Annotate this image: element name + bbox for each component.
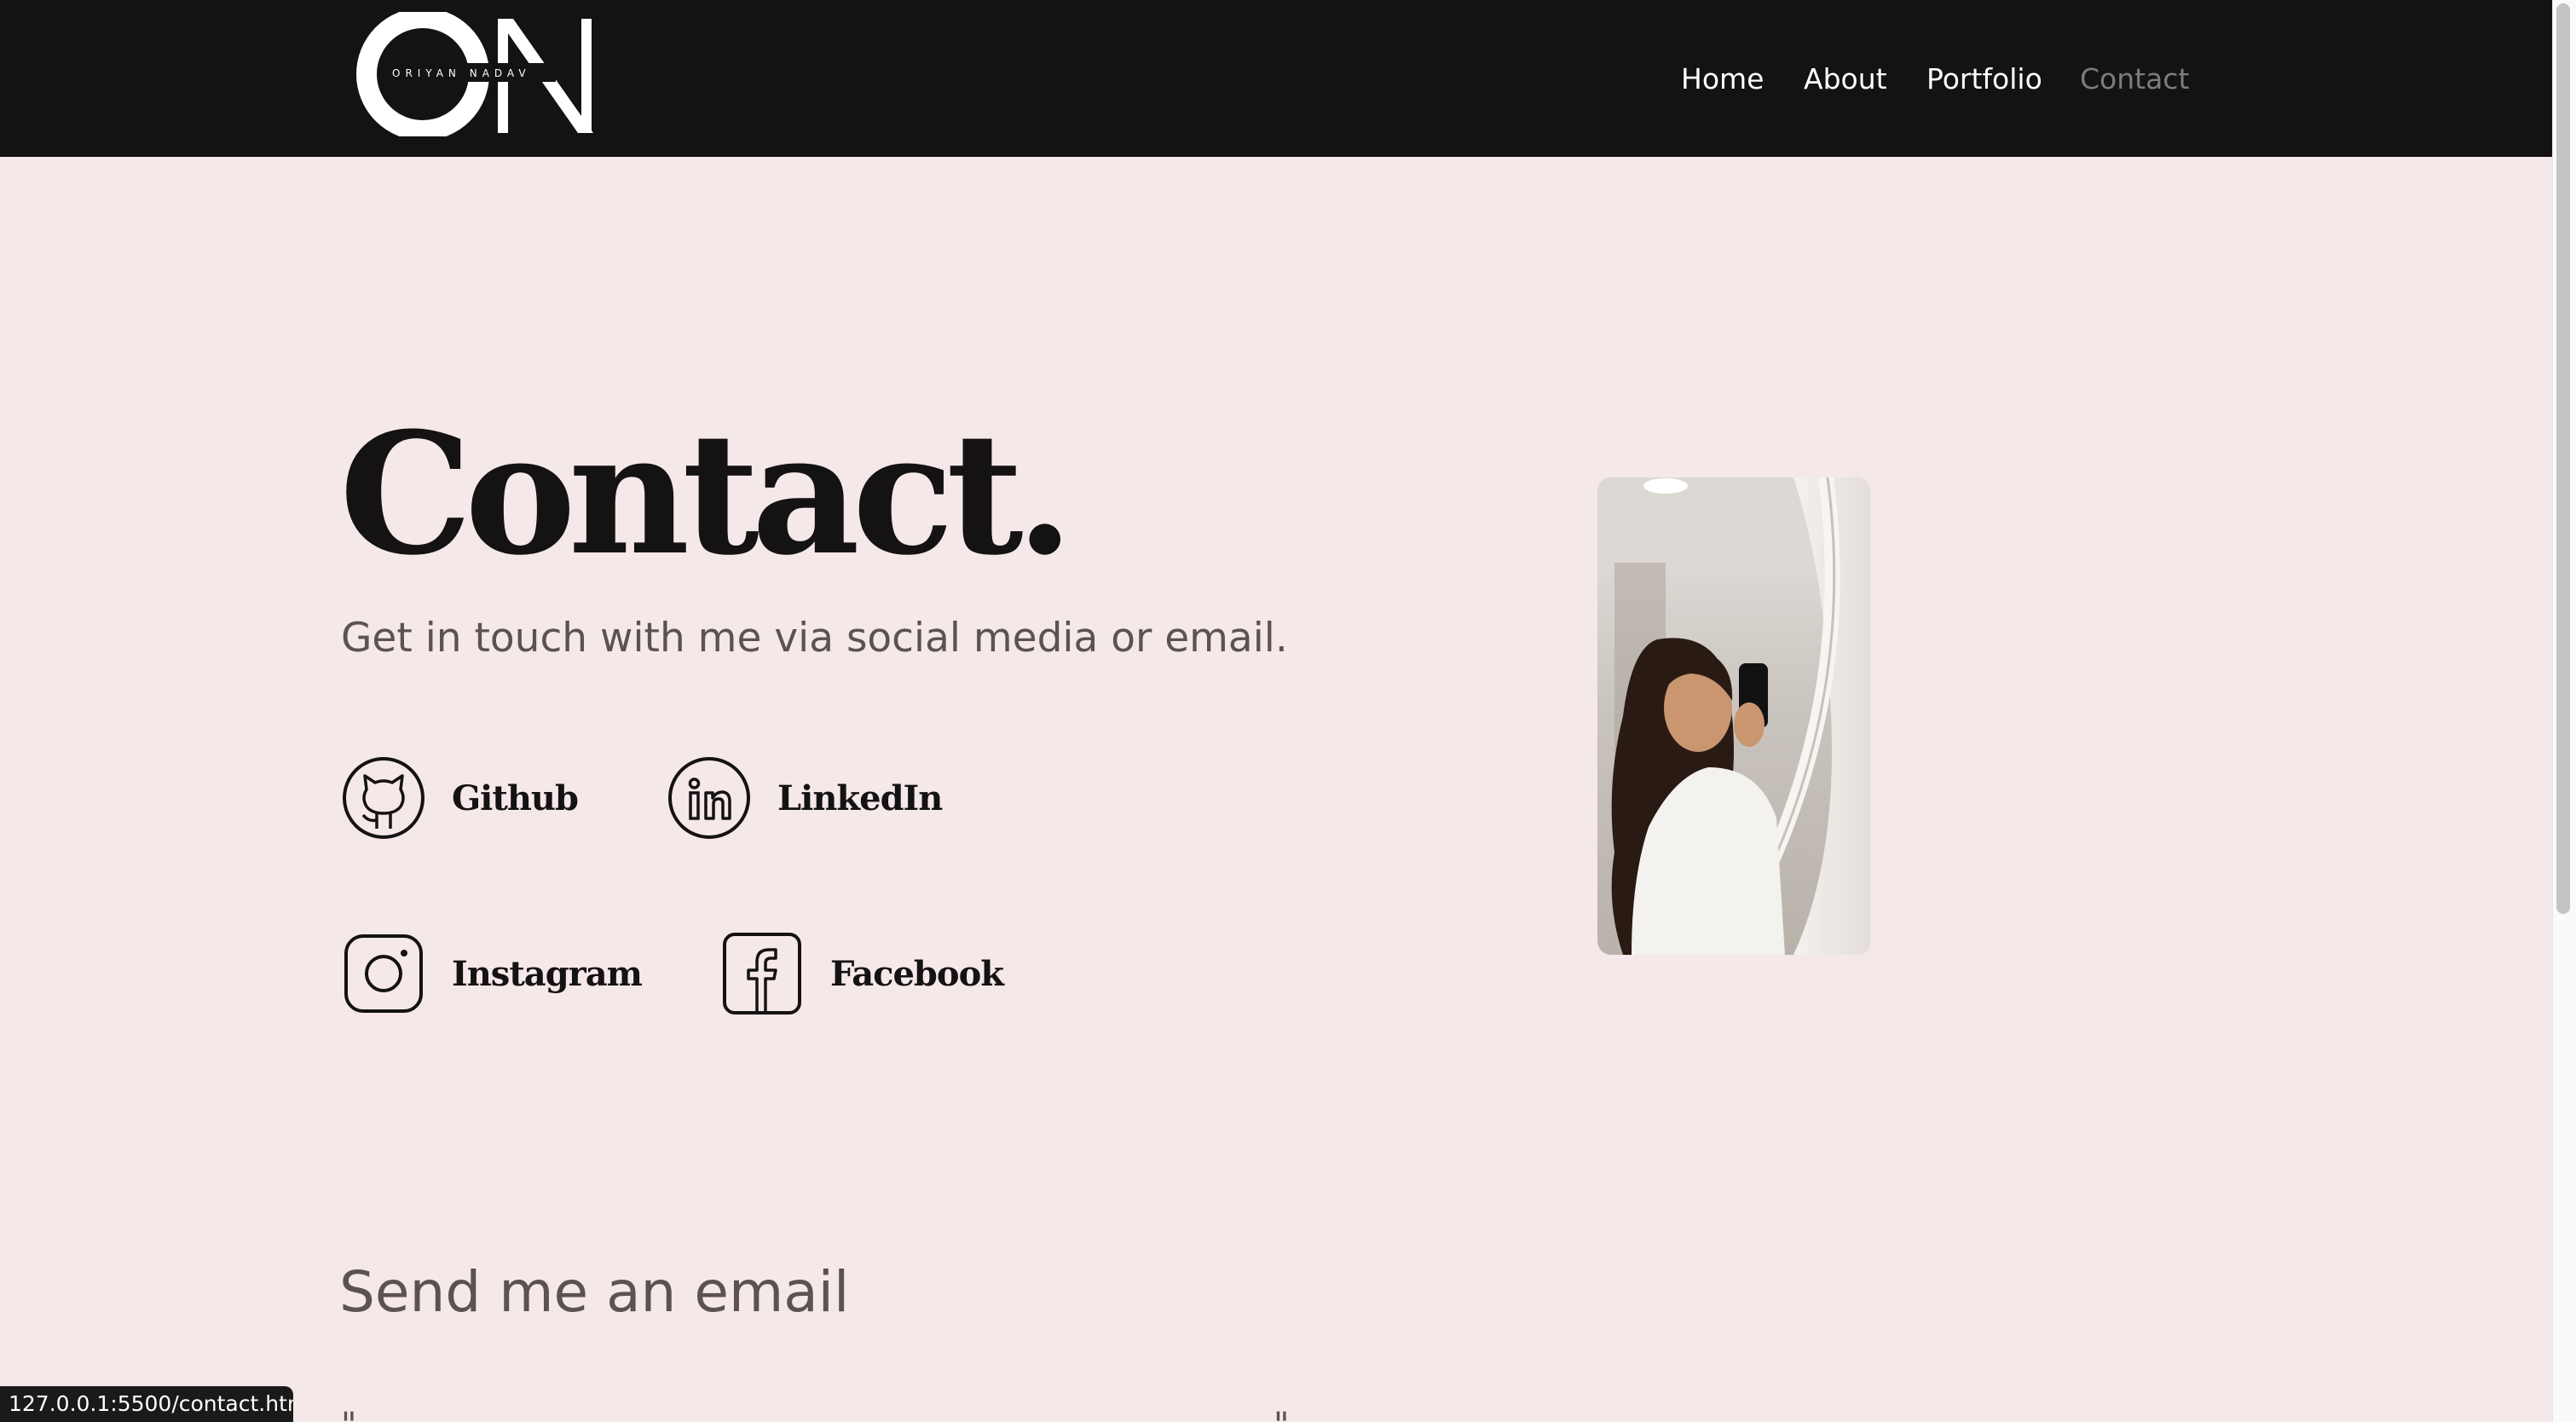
social-link-github[interactable]: Github [341,755,579,841]
social-label-github: Github [452,777,579,818]
form-field-label-fragment: " [341,1408,358,1422]
nav-portfolio[interactable]: Portfolio [1926,58,2042,101]
top-navbar: ORIYAN NADAV Home About Portfolio Contac… [0,0,2552,157]
social-label-linkedin: LinkedIn [777,777,943,818]
github-icon [341,755,426,841]
browser-status-url: 127.0.0.1:5500/contact.html [0,1386,293,1422]
page-title: Contact. [339,396,1074,592]
portrait-photo [1597,477,1870,955]
instagram-icon [341,931,426,1016]
social-label-instagram: Instagram [452,953,643,994]
social-label-facebook: Facebook [830,953,1004,994]
linkedin-icon [667,755,752,841]
social-link-facebook[interactable]: Facebook [719,931,1004,1016]
social-link-instagram[interactable]: Instagram [341,931,643,1016]
scrollbar-thumb[interactable] [2556,3,2570,914]
brand-name: ORIYAN NADAV [392,67,531,79]
page-subtitle: Get in touch with me via social media or… [341,615,1288,662]
brand-logo[interactable]: ORIYAN NADAV [355,12,598,136]
email-section-heading: Send me an email [339,1259,850,1325]
nav-contact[interactable]: Contact [2080,58,2189,101]
form-field-label-fragment: " [1274,1408,1291,1422]
nav-about[interactable]: About [1804,58,1887,101]
social-link-linkedin[interactable]: LinkedIn [667,755,943,841]
nav-home[interactable]: Home [1681,58,1764,101]
facebook-icon [719,931,805,1016]
